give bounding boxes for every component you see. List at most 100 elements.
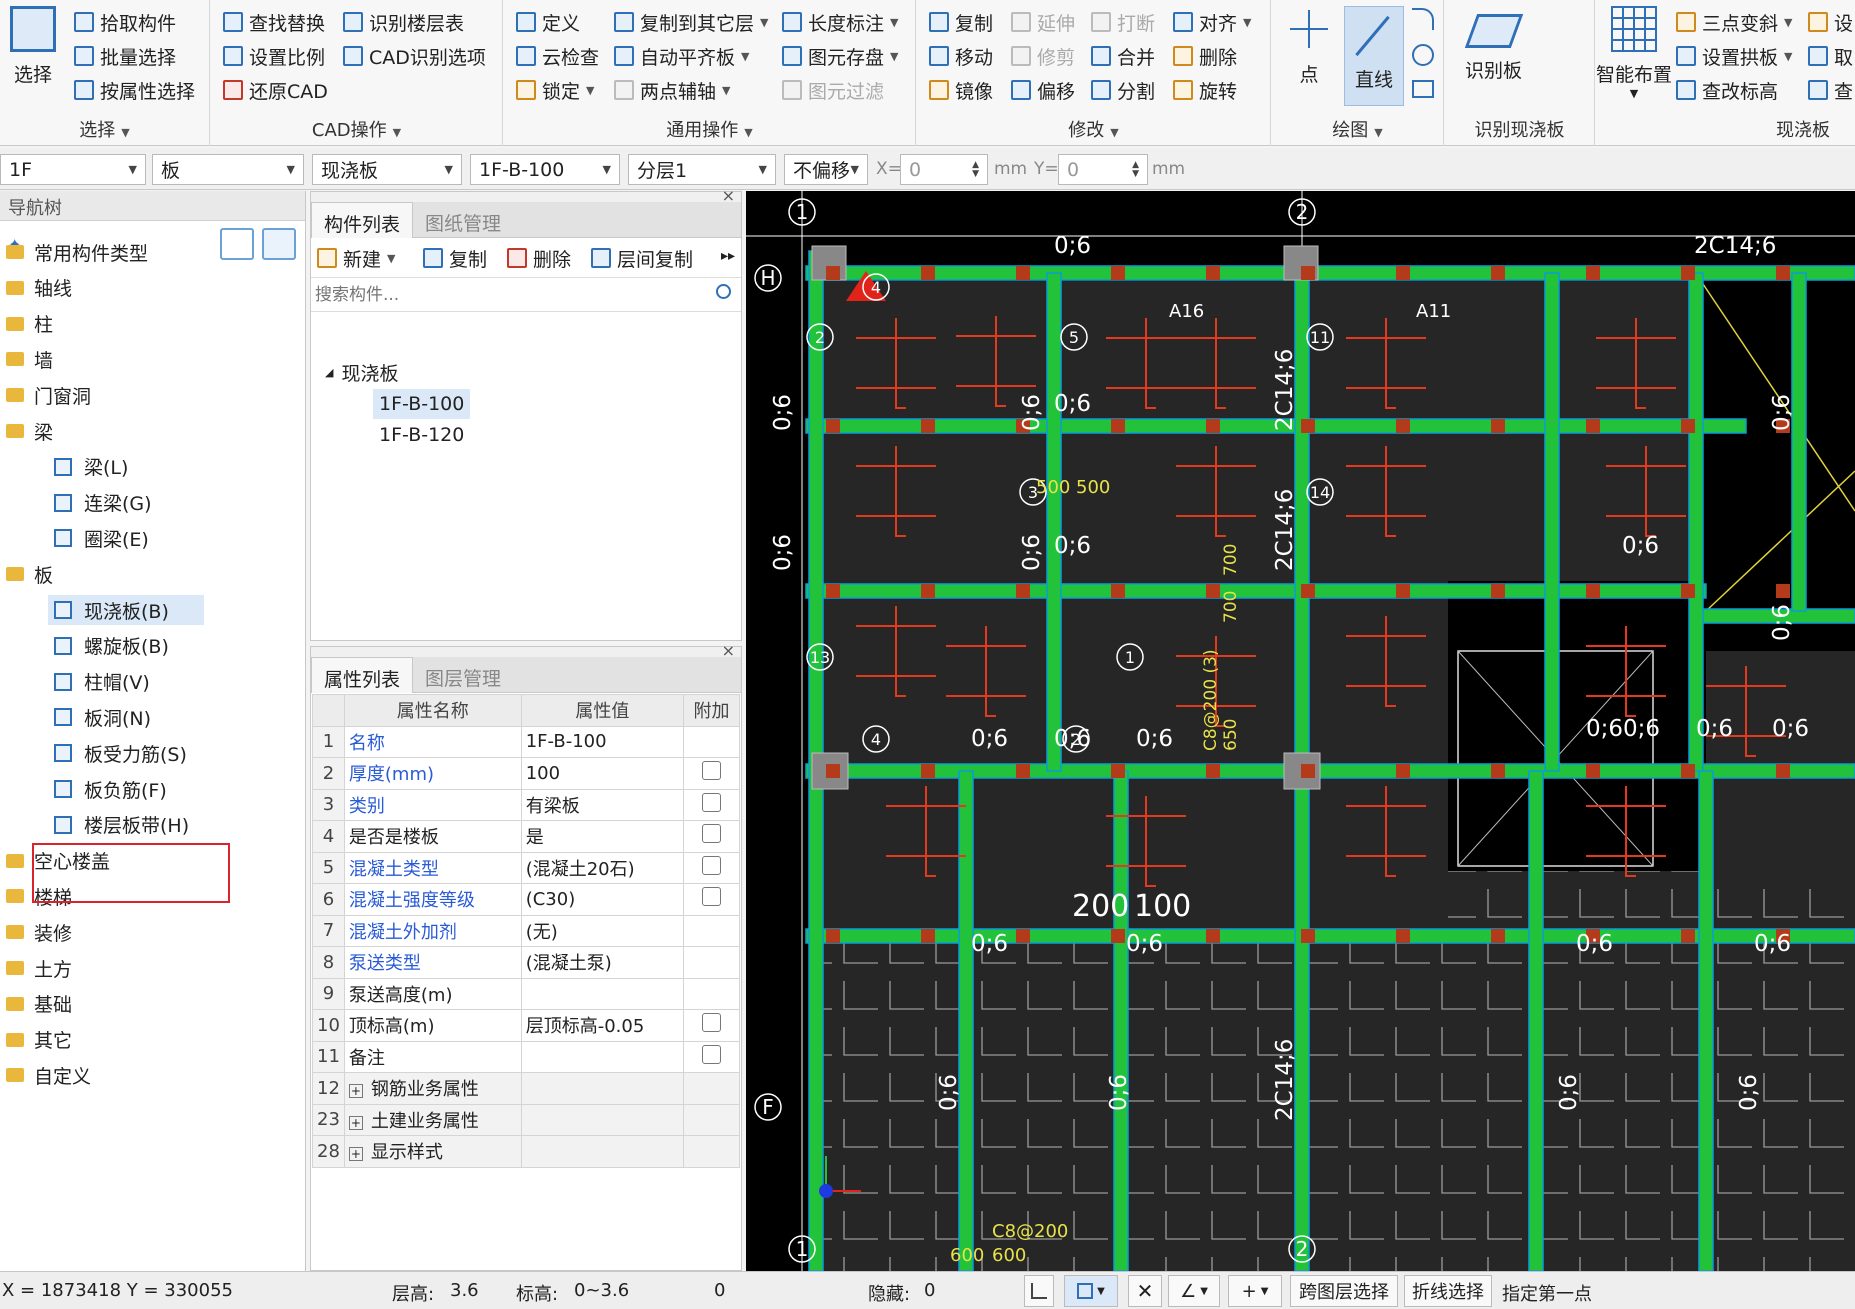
nav-folder[interactable]: 自定义 (0, 1060, 91, 1090)
nav-folder[interactable]: 其它 (0, 1025, 72, 1055)
property-row[interactable]: 5 混凝土类型 (混凝土20石) (312, 851, 740, 884)
angle-toggle[interactable]: ∠ ▼ (1168, 1275, 1220, 1307)
merge-button[interactable]: 合并 (1091, 40, 1155, 72)
nav-folder[interactable]: 板 (0, 559, 53, 589)
x-input[interactable]: 0 ▲ ▼ (900, 154, 988, 185)
property-value[interactable]: (无) (520, 914, 685, 947)
select-by-property-button[interactable]: 按属性选择 (74, 74, 195, 106)
take-button[interactable]: 取 (1808, 40, 1853, 72)
property-row[interactable]: 11 备注 (312, 1040, 740, 1073)
check-button[interactable]: 查 (1808, 74, 1853, 106)
property-value[interactable] (520, 977, 685, 1010)
extra-checkbox[interactable] (702, 855, 721, 875)
nav-item[interactable]: 梁(L) (54, 452, 128, 482)
cloud-check-button[interactable]: 云检查 (516, 40, 599, 72)
offset-select[interactable]: 不偏移 ▼ (784, 154, 868, 185)
property-row[interactable]: 23 + 土建业务属性 (312, 1103, 740, 1136)
delete-component-button[interactable]: 删除 (507, 242, 571, 274)
mirror-button[interactable]: 镜像 (929, 74, 993, 106)
nav-folder[interactable]: 土方 (0, 953, 72, 983)
tab-property-list[interactable]: 属性列表 (311, 657, 414, 693)
property-row[interactable]: 1 名称 1F-B-100 (312, 725, 740, 758)
nav-folder[interactable]: 轴线 (0, 273, 72, 303)
nav-item[interactable]: 板受力筋(S) (54, 738, 187, 768)
tab-layer-management[interactable]: 图层管理 (413, 657, 513, 693)
layer-select[interactable]: 分层1 ▼ (628, 154, 776, 185)
nav-folder[interactable]: 梁 (0, 416, 53, 446)
nav-item[interactable]: 板负筋(F) (54, 774, 167, 804)
nav-folder[interactable]: 门窗洞 (0, 380, 91, 410)
offset-button[interactable]: 偏移 (1011, 74, 1075, 106)
property-row[interactable]: 9 泵送高度(m) (312, 977, 740, 1010)
nav-folder[interactable]: 常用构件类型 (0, 237, 148, 267)
restore-cad-button[interactable]: 还原CAD (223, 74, 328, 106)
cad-drawing-canvas[interactable]: 1 2 H F 1 2 4 2 5 11 3 14 1 13 4 2 0;6 2C14;6 0;6… (746, 191, 1855, 1271)
extend-button[interactable]: 延伸 (1011, 6, 1075, 38)
rotate-button[interactable]: 旋转 (1173, 74, 1237, 106)
property-row[interactable]: 12 + 钢筋业务属性 (312, 1072, 740, 1105)
circle-icon[interactable] (1412, 44, 1434, 66)
common-group-label[interactable]: 通用操作 ▼ (504, 116, 915, 142)
y-input[interactable]: 0 ▲ ▼ (1058, 154, 1148, 185)
cad-group-label[interactable]: CAD操作 ▼ (211, 116, 502, 142)
layer-copy-button[interactable]: 层间复制 (591, 242, 693, 274)
modify-group-label[interactable]: 修改 ▼ (917, 116, 1270, 142)
snap-toggle[interactable]: ▼ (1064, 1275, 1118, 1307)
cad-options-button[interactable]: CAD识别选项 (343, 40, 486, 72)
cross-layer-select-button[interactable]: 跨图层选择 (1290, 1275, 1398, 1307)
nav-item[interactable]: 现浇板(B) (48, 595, 204, 625)
draw-line-button[interactable]: 直线 (1344, 6, 1404, 106)
floor-select[interactable]: 1F ▼ (0, 154, 146, 185)
property-value[interactable]: 1F-B-100 (520, 725, 685, 758)
nav-folder[interactable]: 基础 (0, 989, 72, 1019)
nav-item[interactable]: 柱帽(V) (54, 667, 150, 697)
nav-folder[interactable]: 柱 (0, 309, 53, 339)
polyline-select-button[interactable]: 折线选择 (1404, 1275, 1492, 1307)
new-button[interactable]: 新建 ▼ (317, 242, 395, 274)
extra-checkbox[interactable] (702, 1044, 721, 1064)
two-point-axis-button[interactable]: 两点辅轴 ▼ (614, 74, 730, 106)
dynamic-input-toggle[interactable]: + ▼ (1228, 1275, 1282, 1307)
search-icon[interactable] (716, 284, 731, 299)
property-value[interactable]: 层顶标高-0.05 (520, 1009, 685, 1042)
property-row[interactable]: 2 厚度(mm) 100 (312, 757, 740, 790)
property-row[interactable]: 7 混凝土外加剂 (无) (312, 914, 740, 947)
pick-component-button[interactable]: 拾取构件 (74, 6, 176, 38)
property-value[interactable]: 100 (520, 757, 685, 790)
more-icon[interactable]: ▸▸ (721, 248, 735, 264)
nav-item[interactable]: 螺旋板(B) (54, 631, 169, 661)
property-row[interactable]: 4 是否是楼板是 (312, 820, 740, 853)
cad-drawing[interactable]: 1 2 H F 1 2 42 5 113 141134 2 0;6 2C14;6 0;6… (746, 191, 1855, 1271)
smart-layout-button[interactable]: 智能布置 ▼ (1596, 6, 1672, 100)
property-row[interactable]: 8 泵送类型 (混凝土泵) (312, 946, 740, 979)
lock-button[interactable]: 锁定 ▼ (516, 74, 594, 106)
component-select[interactable]: 1F-B-100 ▼ (470, 154, 620, 185)
extra-checkbox[interactable] (702, 792, 721, 812)
extra-checkbox[interactable] (702, 887, 721, 907)
identify-floor-table-button[interactable]: 识别楼层表 (343, 6, 464, 38)
arc-icon[interactable] (1412, 8, 1434, 30)
card-view-icon[interactable] (262, 228, 296, 260)
property-value[interactable]: (C30) (520, 883, 685, 916)
tab-component-list[interactable]: 构件列表 (311, 202, 414, 238)
property-value[interactable]: 有梁板 (520, 788, 685, 821)
set-scale-button[interactable]: 设置比例 (223, 40, 325, 72)
rectangle-icon[interactable] (1412, 80, 1434, 98)
nav-item[interactable]: 连梁(G) (54, 488, 152, 518)
property-value[interactable]: (混凝土泵) (520, 946, 685, 979)
batch-select-button[interactable]: 批量选择 (74, 40, 176, 72)
copy-button[interactable]: 复制 (929, 6, 993, 38)
set-arch-slab-button[interactable]: 设置拱板 ▼ (1676, 40, 1792, 72)
property-row[interactable]: 28 + 显示样式 (312, 1135, 740, 1168)
three-point-slope-button[interactable]: 三点变斜 ▼ (1676, 6, 1792, 38)
expand-icon[interactable]: + (348, 1147, 363, 1162)
component-item-1[interactable]: 1F-B-100 (373, 389, 471, 419)
draw-point-button[interactable]: 点 (1286, 6, 1332, 87)
find-replace-button[interactable]: 查找替换 (223, 6, 325, 38)
extra-checkbox[interactable] (702, 1013, 721, 1033)
property-value[interactable] (520, 1135, 685, 1168)
extra-checkbox[interactable] (702, 824, 721, 844)
nav-item[interactable]: 板洞(N) (54, 702, 151, 732)
trim-button[interactable]: 修剪 (1011, 40, 1075, 72)
extra-checkbox[interactable] (702, 761, 721, 781)
